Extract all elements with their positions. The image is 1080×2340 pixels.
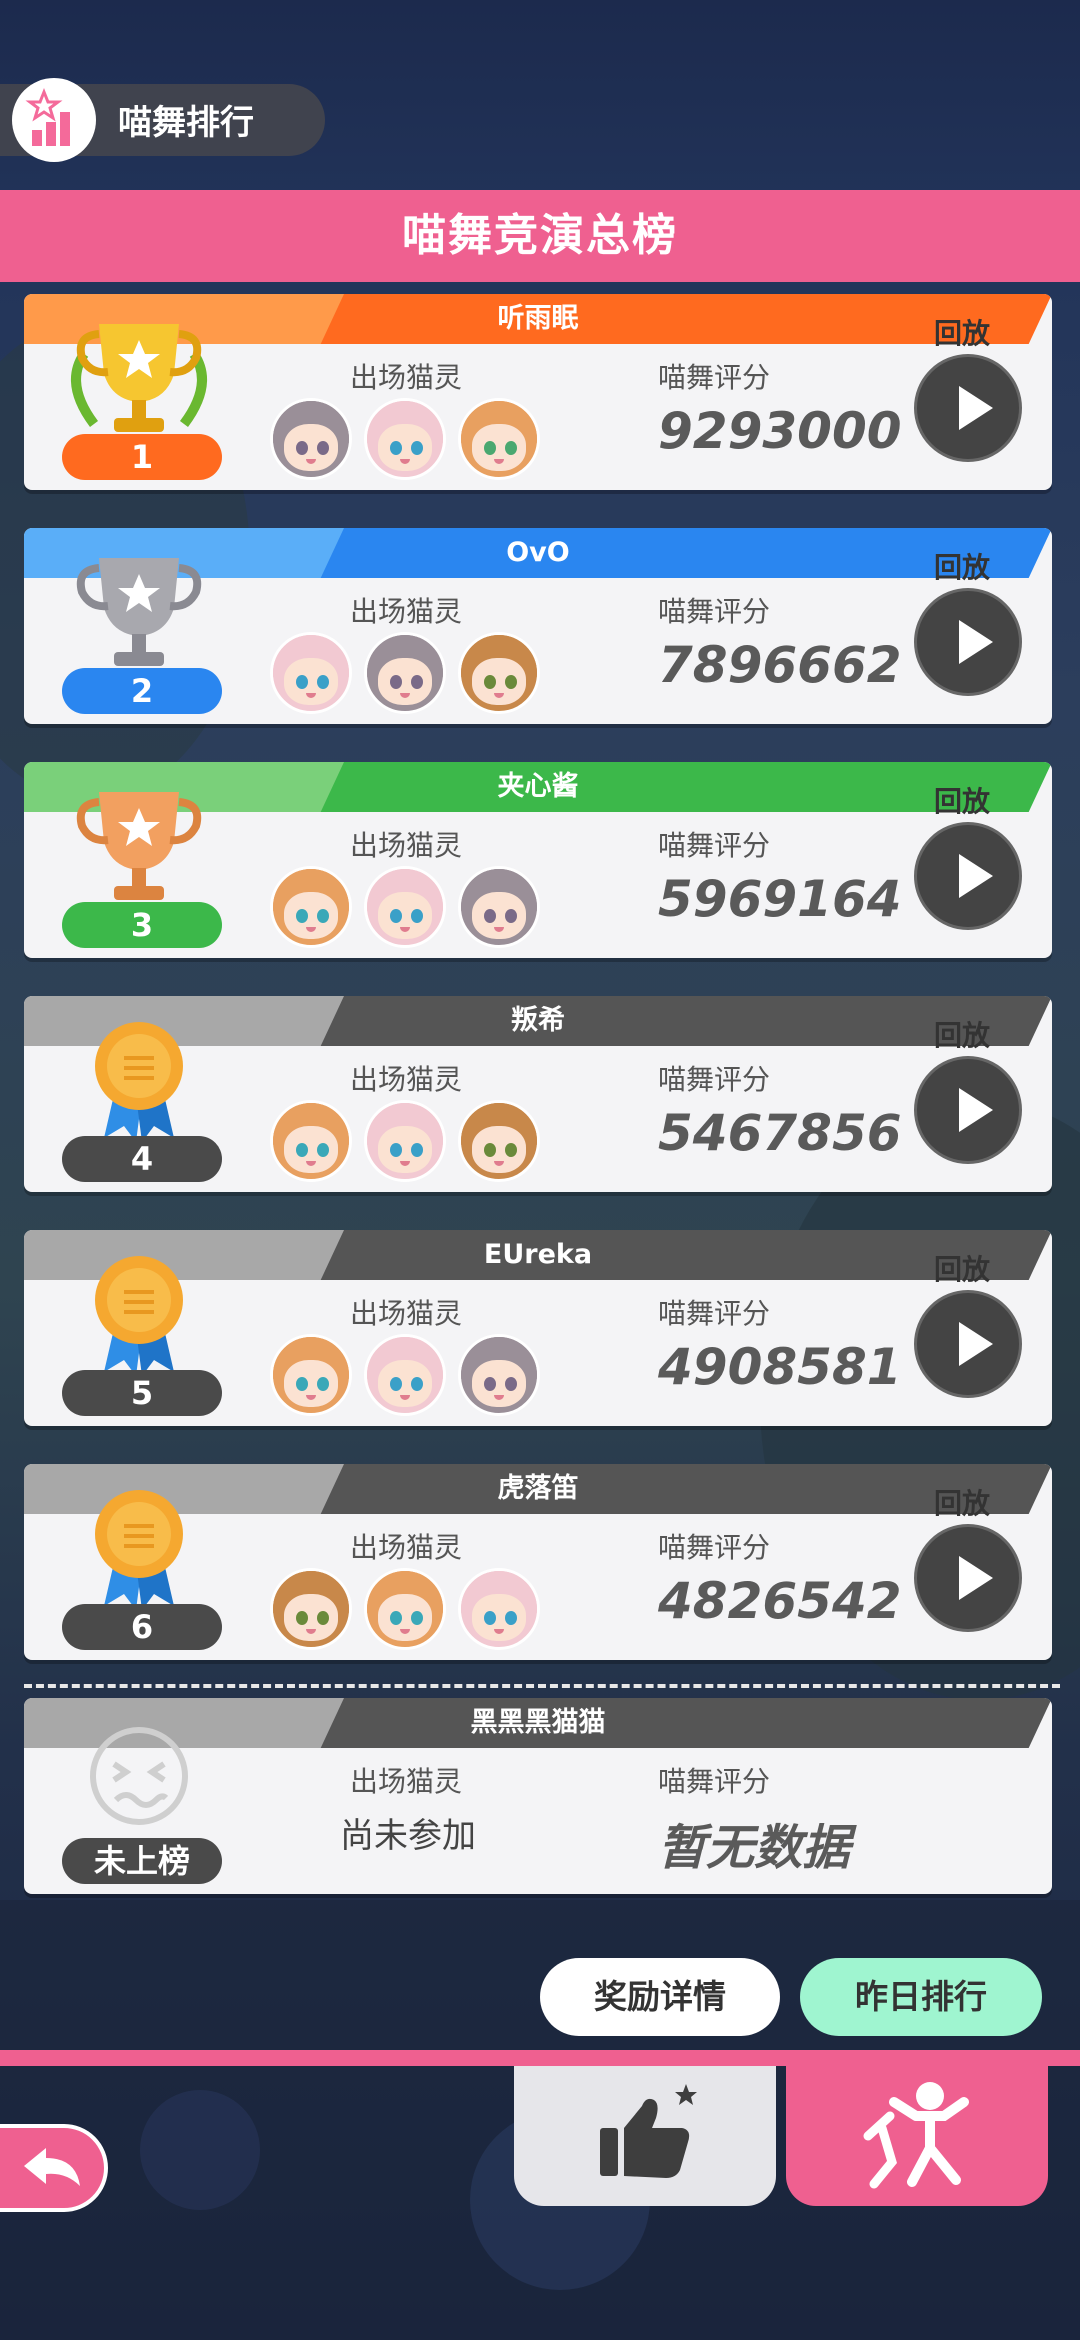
cat-spirit-avatar: [364, 398, 446, 480]
cat-spirit-avatar: [270, 1568, 352, 1650]
cat-spirit-avatar: [270, 1100, 352, 1182]
cat-spirit-avatar: [270, 398, 352, 480]
dance-score: 4908581: [658, 1338, 902, 1396]
cat-spirit-avatar: [458, 866, 540, 948]
cat-spirit-avatar: [458, 632, 540, 714]
dance-tab-button[interactable]: [786, 2066, 1048, 2206]
team-avatars: [270, 632, 550, 716]
dance-score: 5969164: [658, 870, 902, 928]
team-label: 出场猫灵: [350, 595, 463, 628]
cat-spirit-avatar: [364, 1100, 446, 1182]
replay-label: 回放: [934, 785, 991, 818]
page-title: 喵舞竞演总榜: [0, 190, 1080, 282]
cat-spirit-avatar: [458, 398, 540, 480]
replay-label: 回放: [934, 317, 991, 350]
team-status: 尚未参加: [340, 1816, 476, 1856]
ribbon-medal-icon: [54, 1484, 224, 1614]
divider: [24, 1684, 1060, 1688]
replay-play-button[interactable]: [914, 1524, 1022, 1632]
rank-badge: 6: [62, 1604, 222, 1650]
replay-play-button[interactable]: [914, 1290, 1022, 1398]
thumbs-up-icon: [600, 2084, 697, 2178]
rank-badge: 1: [62, 434, 222, 480]
dance-score: 4826542: [658, 1572, 902, 1630]
cat-spirit-avatar: [458, 1568, 540, 1650]
replay-play-button[interactable]: [914, 822, 1022, 930]
gold-trophy-icon: [54, 314, 224, 444]
cat-spirit-avatar: [364, 1568, 446, 1650]
cat-spirit-avatar: [270, 866, 352, 948]
rank-badge: 未上榜: [62, 1838, 222, 1884]
replay-label: 回放: [934, 551, 991, 584]
team-avatars: [270, 398, 550, 482]
rank-badge: 2: [62, 668, 222, 714]
ranking-tag-label: 喵舞排行: [118, 103, 254, 143]
team-label: 出场猫灵: [350, 1063, 463, 1096]
replay-play-button[interactable]: [914, 588, 1022, 696]
ribbon-medal-icon: [54, 1016, 224, 1146]
cat-spirit-avatar: [364, 1334, 446, 1416]
team-avatars: [270, 1100, 550, 1184]
rank-card: 听雨眠 1 出场猫灵 喵舞评分 9293000 回放: [24, 294, 1052, 490]
like-tab-button[interactable]: [514, 2066, 776, 2206]
team-avatars: [270, 1334, 550, 1418]
score-status: 暂无数据: [658, 1820, 851, 1876]
score-label: 喵舞评分: [658, 1765, 771, 1798]
dancing-figures-icon: [863, 2082, 969, 2189]
rank-badge: 3: [62, 902, 222, 948]
rank-card: 叛希 4 出场猫灵 喵舞评分 5467856 回放: [24, 996, 1052, 1192]
replay-play-button[interactable]: [914, 1056, 1022, 1164]
dance-score: 7896662: [658, 636, 902, 694]
score-label: 喵舞评分: [658, 829, 771, 862]
score-label: 喵舞评分: [658, 1063, 771, 1096]
replay-play-button[interactable]: [914, 354, 1022, 462]
ranking-icon: [12, 78, 96, 162]
team-label: 出场猫灵: [350, 1765, 463, 1798]
rank-card: 虎落笛 6 出场猫灵 喵舞评分 4826542 回放: [24, 1464, 1052, 1660]
score-label: 喵舞评分: [658, 1531, 771, 1564]
bottom-bar: [0, 2050, 1080, 2066]
cat-spirit-avatar: [270, 632, 352, 714]
back-button[interactable]: [0, 2124, 108, 2212]
rank-badge: 4: [62, 1136, 222, 1182]
cat-spirit-avatar: [270, 1334, 352, 1416]
team-label: 出场猫灵: [350, 1297, 463, 1330]
score-label: 喵舞评分: [658, 1297, 771, 1330]
cat-spirit-avatar: [458, 1334, 540, 1416]
dizzy-face-icon: [90, 1727, 188, 1825]
team-label: 出场猫灵: [350, 361, 463, 394]
team-avatars: [270, 1568, 550, 1652]
dance-score: 9293000: [658, 402, 902, 460]
score-label: 喵舞评分: [658, 595, 771, 628]
self-rank-card: 黑黑黑猫猫 未上榜 出场猫灵 喵舞评分 尚未参加 暂无数据: [24, 1698, 1052, 1894]
bronze-trophy-icon: [54, 782, 224, 912]
silver-trophy-icon: [54, 548, 224, 678]
rank-badge: 5: [62, 1370, 222, 1416]
rank-card: OvO 2 出场猫灵 喵舞评分 7896662 回放: [24, 528, 1052, 724]
team-label: 出场猫灵: [350, 829, 463, 862]
rank-card: EUreka 5 出场猫灵 喵舞评分 4908581 回放: [24, 1230, 1052, 1426]
cat-spirit-avatar: [364, 866, 446, 948]
cat-spirit-avatar: [458, 1100, 540, 1182]
rank-card: 夹心酱 3 出场猫灵 喵舞评分 5969164 回放: [24, 762, 1052, 958]
reward-details-button[interactable]: 奖励详情: [540, 1958, 780, 2036]
yesterday-ranking-button[interactable]: 昨日排行: [800, 1958, 1042, 2036]
cat-spirit-avatar: [364, 632, 446, 714]
replay-label: 回放: [934, 1019, 991, 1052]
team-label: 出场猫灵: [350, 1531, 463, 1564]
score-label: 喵舞评分: [658, 361, 771, 394]
team-avatars: [270, 866, 550, 950]
dance-score: 5467856: [658, 1104, 902, 1162]
replay-label: 回放: [934, 1487, 991, 1520]
ribbon-medal-icon: [54, 1250, 224, 1380]
replay-label: 回放: [934, 1253, 991, 1286]
back-arrow-icon: [24, 2148, 80, 2186]
